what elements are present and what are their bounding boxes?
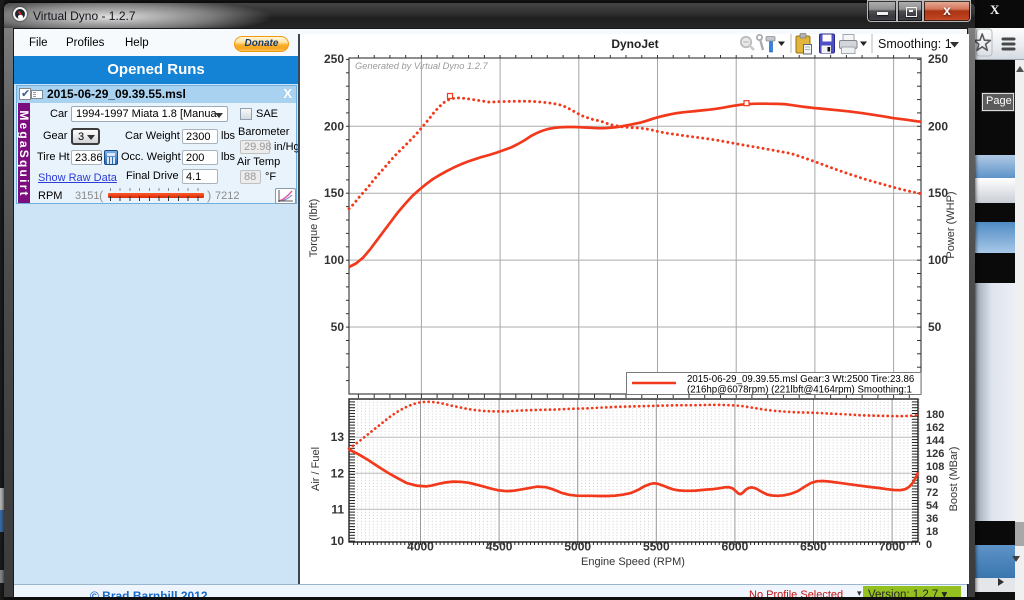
svg-text:54: 54 <box>926 500 939 512</box>
svg-text:50: 50 <box>928 320 942 334</box>
svg-text:36: 36 <box>926 513 938 525</box>
svg-text:200: 200 <box>324 119 344 133</box>
svg-text:4000: 4000 <box>407 540 434 554</box>
svg-text:Power (WHP): Power (WHP) <box>945 191 957 258</box>
svg-text:(216hp@6078rpm) (221lbft@4164r: (216hp@6078rpm) (221lbft@4164rpm) Smooth… <box>687 385 912 396</box>
svg-text:108: 108 <box>926 461 944 473</box>
svg-text:150: 150 <box>324 186 344 200</box>
svg-text:18: 18 <box>926 526 938 538</box>
svg-text:Boost (MBar): Boost (MBar) <box>948 447 960 512</box>
svg-text:Air / Fuel: Air / Fuel <box>310 447 322 491</box>
svg-text:0: 0 <box>926 539 932 551</box>
svg-text:DynoJet: DynoJet <box>611 37 658 51</box>
svg-text:Engine Speed (RPM): Engine Speed (RPM) <box>581 556 685 568</box>
svg-text:6500: 6500 <box>800 540 827 554</box>
svg-text:2015-06-29_09.39.55.msl Gear:3: 2015-06-29_09.39.55.msl Gear:3 Wt:2500 T… <box>687 374 914 385</box>
svg-text:100: 100 <box>324 253 344 267</box>
svg-text:50: 50 <box>331 320 345 334</box>
svg-text:6000: 6000 <box>722 540 749 554</box>
svg-text:4500: 4500 <box>486 540 513 554</box>
svg-text:162: 162 <box>926 422 944 434</box>
svg-text:126: 126 <box>926 448 944 460</box>
svg-text:180: 180 <box>926 409 944 421</box>
svg-text:13: 13 <box>331 430 345 444</box>
svg-text:Smoothing: 1: Smoothing: 1 <box>878 37 952 51</box>
svg-text:250: 250 <box>928 52 948 66</box>
svg-text:Generated by Virtual Dyno 1.2.: Generated by Virtual Dyno 1.2.7 <box>355 61 488 71</box>
svg-text:144: 144 <box>926 435 945 447</box>
svg-text:Torque (lbft): Torque (lbft) <box>308 199 320 258</box>
svg-text:5000: 5000 <box>564 540 591 554</box>
svg-text:5500: 5500 <box>643 540 670 554</box>
svg-text:7000: 7000 <box>879 540 906 554</box>
svg-text:72: 72 <box>926 487 938 499</box>
svg-text:250: 250 <box>324 52 344 66</box>
svg-text:10: 10 <box>331 534 345 548</box>
svg-text:90: 90 <box>926 474 938 486</box>
svg-text:200: 200 <box>928 119 948 133</box>
svg-text:12: 12 <box>331 466 345 480</box>
svg-text:11: 11 <box>331 502 344 516</box>
